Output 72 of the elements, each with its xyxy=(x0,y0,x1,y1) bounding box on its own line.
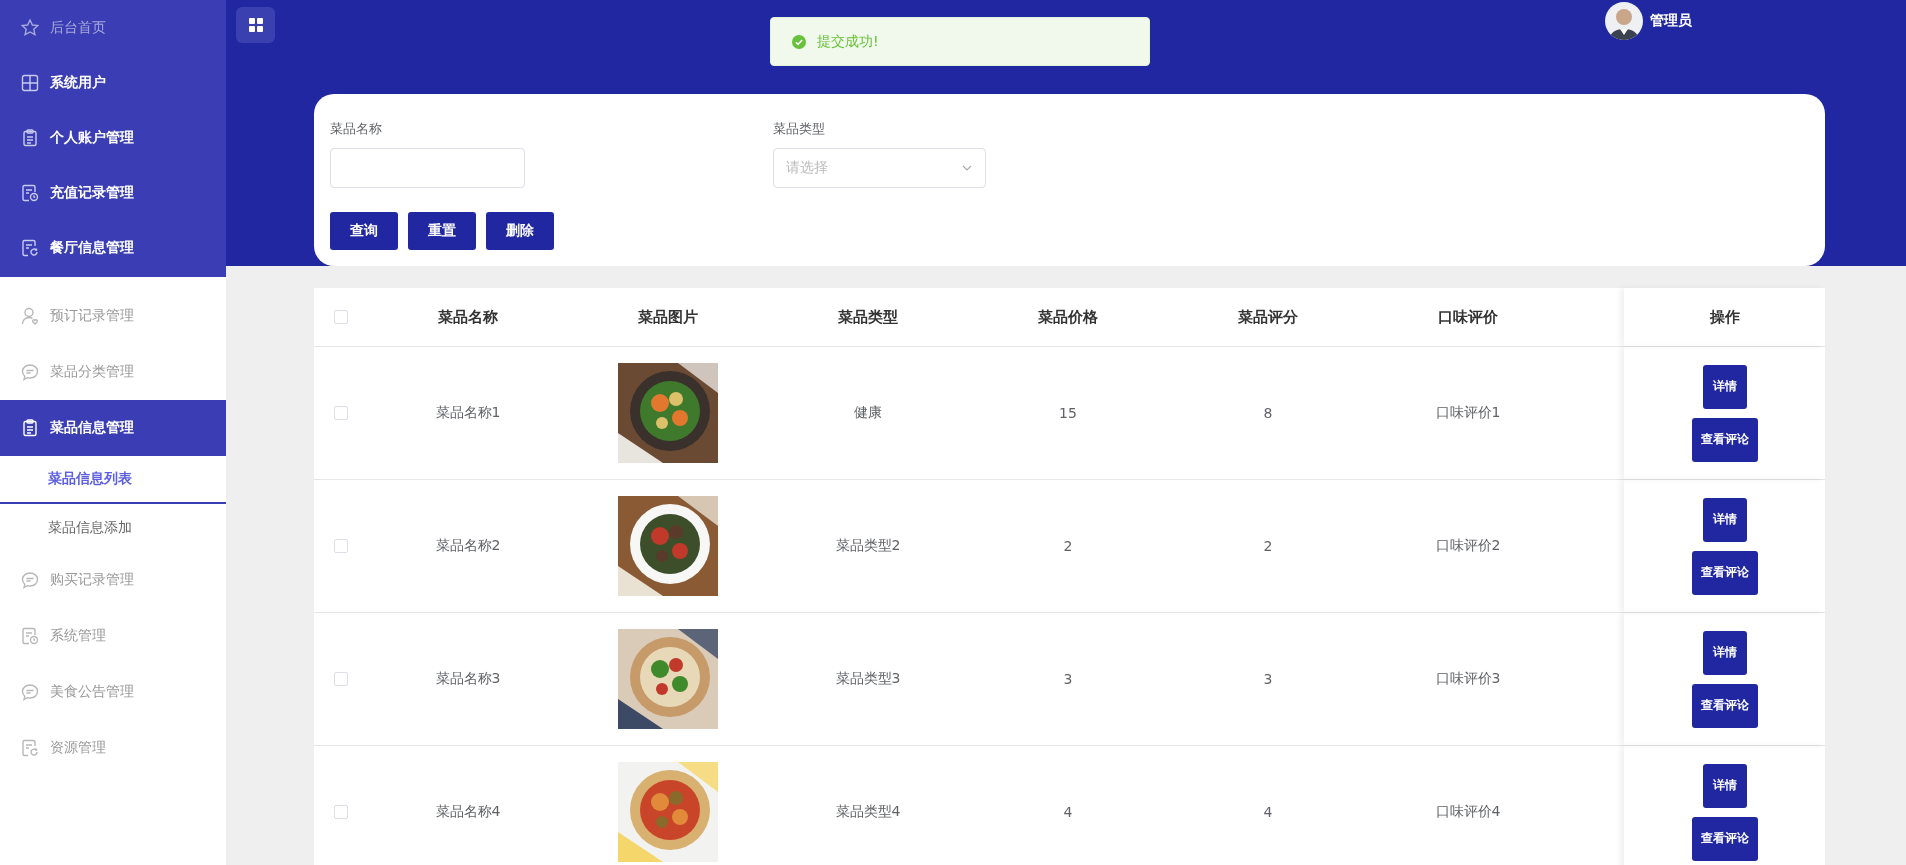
sidebar-item[interactable]: 个人账户管理 xyxy=(0,110,226,165)
table-cell: 8 xyxy=(1263,405,1273,421)
checkbox[interactable] xyxy=(334,672,348,686)
chat-bubble-icon xyxy=(20,682,40,702)
user-name: 管理员 xyxy=(1650,12,1692,30)
details-button[interactable]: 详情 xyxy=(1702,364,1747,409)
comments-button[interactable]: 查看评论 xyxy=(1691,550,1758,595)
checkbox[interactable] xyxy=(334,805,348,819)
sidebar-item[interactable]: 充值记录管理 xyxy=(0,165,226,220)
table-cell: 菜品类型3 xyxy=(835,670,901,688)
table-cell: 菜品类型4 xyxy=(835,803,901,821)
document-clock-icon xyxy=(20,182,40,203)
chat-bubble-icon xyxy=(20,570,40,590)
table-cell: 口味评价4 xyxy=(1435,803,1501,821)
table-cell: 3 xyxy=(1263,671,1273,687)
table-cell: 菜品名称4 xyxy=(435,803,501,821)
menu-icon xyxy=(247,17,264,33)
checkbox[interactable] xyxy=(334,539,348,553)
table-cell: 2 xyxy=(1263,538,1273,554)
avatar xyxy=(1605,2,1643,40)
sidebar-item[interactable]: 后台首页 xyxy=(0,0,226,55)
column-header: 菜品价格 xyxy=(1038,307,1098,327)
toast-text: 提交成功! xyxy=(817,32,879,51)
details-button[interactable]: 详情 xyxy=(1702,497,1747,542)
table-cell: 菜品名称3 xyxy=(435,670,501,688)
field-label: 菜品类型 xyxy=(773,120,826,138)
comments-button[interactable]: 查看评论 xyxy=(1691,417,1758,462)
table-cell: 口味评价1 xyxy=(1435,404,1501,422)
clipboard-icon xyxy=(20,127,40,148)
person-icon xyxy=(20,306,40,326)
comments-button[interactable]: 查看评论 xyxy=(1691,816,1758,861)
table-cell: 15 xyxy=(1059,405,1077,421)
document-refresh-icon xyxy=(20,738,40,758)
column-header: 菜品图片 xyxy=(638,307,698,327)
details-button[interactable]: 详情 xyxy=(1702,630,1747,675)
checkbox[interactable] xyxy=(334,406,348,420)
column-header: 口味评价 xyxy=(1438,307,1498,327)
sidebar-item[interactable]: 系统用户 xyxy=(0,55,226,110)
checkbox[interactable] xyxy=(334,310,348,324)
document-refresh-icon xyxy=(20,237,40,258)
table-cell: 菜品名称2 xyxy=(435,537,501,555)
input-field[interactable] xyxy=(330,148,525,188)
table-cell: 菜品类型2 xyxy=(835,537,901,555)
star-icon xyxy=(20,17,40,38)
table-cell: 4 xyxy=(1063,804,1073,820)
column-header: 菜品名称 xyxy=(438,307,498,327)
table-cell: 口味评价2 xyxy=(1435,537,1501,555)
table-cell: 4 xyxy=(1263,804,1273,820)
comments-button[interactable]: 查看评论 xyxy=(1691,683,1758,728)
document-clock-icon xyxy=(20,626,40,646)
table-cell: 口味评价3 xyxy=(1435,670,1501,688)
table-cell: 3 xyxy=(1063,671,1073,687)
table-cell: 2 xyxy=(1063,538,1073,554)
success-icon xyxy=(791,33,807,50)
details-button[interactable]: 详情 xyxy=(1702,763,1747,808)
table-cell: 菜品名称1 xyxy=(435,404,501,422)
sidebar-item[interactable]: 菜品信息管理 xyxy=(0,400,226,456)
table-cell: 健康 xyxy=(854,404,882,422)
sidebar-item[interactable]: 餐厅信息管理 xyxy=(0,220,226,275)
grid-icon xyxy=(20,72,40,93)
chat-bubble-icon xyxy=(20,362,40,382)
column-header: 操作 xyxy=(1709,307,1740,327)
action-button[interactable]: 删除 xyxy=(486,212,554,250)
action-button[interactable]: 重置 xyxy=(408,212,476,250)
clipboard-icon xyxy=(20,418,40,438)
field-label: 菜品名称 xyxy=(330,120,383,138)
sidebar-subitem[interactable]: 菜品信息列表 xyxy=(0,456,226,504)
menu-button[interactable] xyxy=(236,7,275,43)
action-button[interactable]: 查询 xyxy=(330,212,398,250)
sidebar-subitem[interactable]: 菜品信息添加 xyxy=(0,504,226,552)
column-header: 菜品评分 xyxy=(1238,307,1298,327)
column-header: 菜品类型 xyxy=(838,307,898,327)
